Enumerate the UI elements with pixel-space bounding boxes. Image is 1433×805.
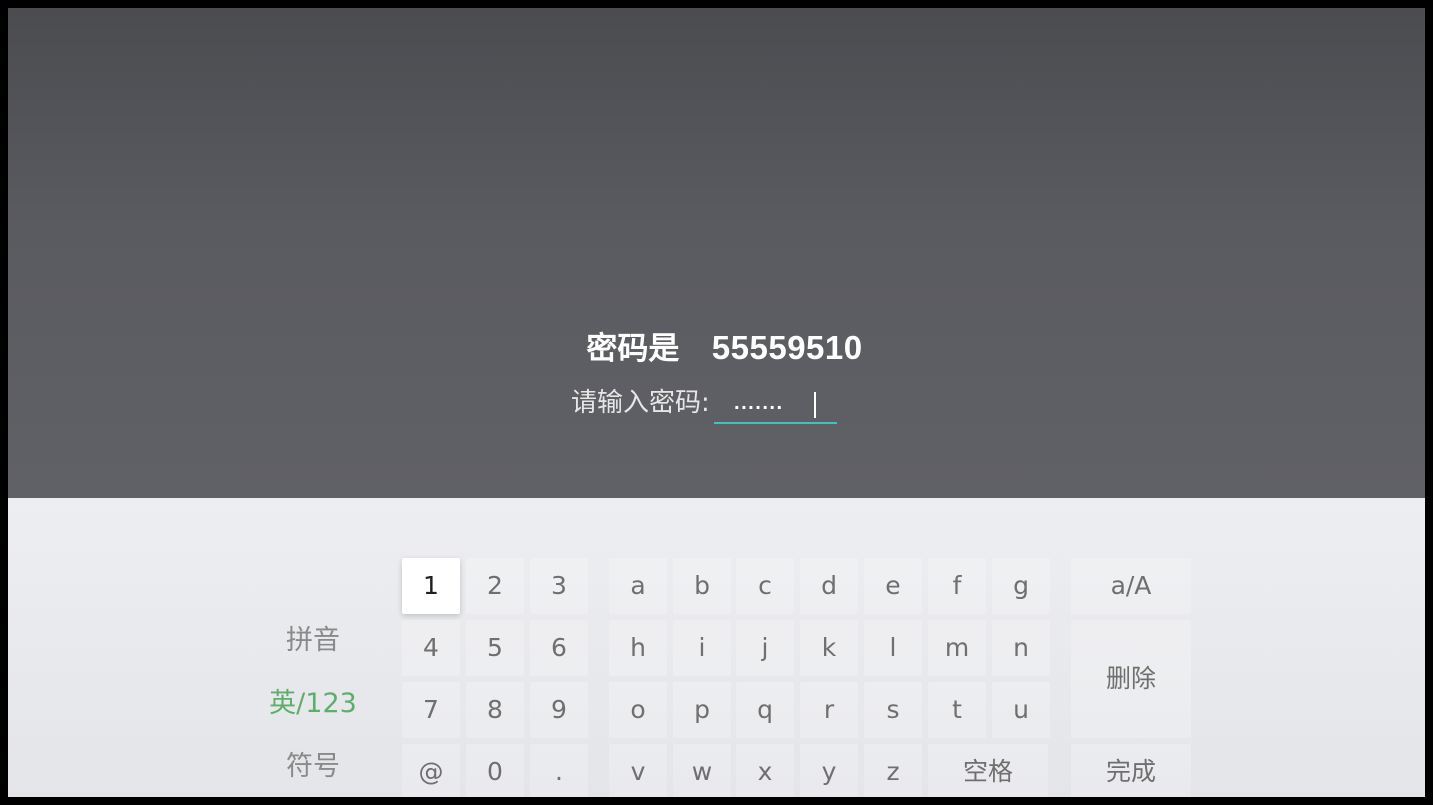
key-l[interactable]: l: [864, 620, 922, 676]
key-a[interactable]: a: [609, 558, 667, 614]
key-t[interactable]: t: [928, 682, 986, 738]
password-row: 请输入密码: ·······: [571, 382, 837, 424]
key-7[interactable]: 7: [402, 682, 460, 738]
space-key[interactable]: 空格: [928, 744, 1048, 797]
key-y[interactable]: y: [800, 744, 858, 797]
key-period[interactable]: .: [530, 744, 588, 797]
mode-pinyin[interactable]: 拼音: [253, 616, 373, 666]
onscreen-keyboard: 拼音 英/123 符号 1 2 3 a b c d e f g a/A 4 5 …: [8, 498, 1425, 797]
key-x[interactable]: x: [736, 744, 794, 797]
hint-label: 密码是: [586, 331, 680, 367]
key-f[interactable]: f: [928, 558, 986, 614]
key-v[interactable]: v: [609, 744, 667, 797]
password-label: 请输入密码:: [571, 388, 710, 418]
key-z[interactable]: z: [864, 744, 922, 797]
password-hint: 密码是 55559510: [16, 326, 1425, 371]
key-m[interactable]: m: [928, 620, 986, 676]
mode-english-123[interactable]: 英/123: [253, 679, 373, 729]
key-b[interactable]: b: [673, 558, 731, 614]
password-input[interactable]: ·······: [713, 382, 837, 424]
case-toggle-key[interactable]: a/A: [1071, 558, 1191, 614]
key-2[interactable]: 2: [466, 558, 524, 614]
key-1[interactable]: 1: [402, 558, 460, 614]
key-k[interactable]: k: [800, 620, 858, 676]
key-9[interactable]: 9: [530, 682, 588, 738]
key-q[interactable]: q: [736, 682, 794, 738]
key-g[interactable]: g: [992, 558, 1050, 614]
key-u[interactable]: u: [992, 682, 1050, 738]
key-j[interactable]: j: [736, 620, 794, 676]
key-5[interactable]: 5: [466, 620, 524, 676]
password-dialog-area: 密码是 55559510 请输入密码: ·······: [8, 8, 1425, 498]
tv-screen: 密码是 55559510 请输入密码: ······· 拼音 英/123 符号 …: [8, 8, 1425, 797]
key-s[interactable]: s: [864, 682, 922, 738]
delete-key[interactable]: 删除: [1071, 620, 1191, 738]
key-d[interactable]: d: [800, 558, 858, 614]
key-3[interactable]: 3: [530, 558, 588, 614]
key-6[interactable]: 6: [530, 620, 588, 676]
key-e[interactable]: e: [864, 558, 922, 614]
key-p[interactable]: p: [673, 682, 731, 738]
key-h[interactable]: h: [609, 620, 667, 676]
text-caret: [813, 392, 816, 418]
key-i[interactable]: i: [673, 620, 731, 676]
key-c[interactable]: c: [736, 558, 794, 614]
key-o[interactable]: o: [609, 682, 667, 738]
mode-symbols[interactable]: 符号: [253, 742, 373, 792]
key-4[interactable]: 4: [402, 620, 460, 676]
key-r[interactable]: r: [800, 682, 858, 738]
key-8[interactable]: 8: [466, 682, 524, 738]
done-key[interactable]: 完成: [1071, 744, 1191, 797]
key-at[interactable]: @: [402, 744, 460, 797]
password-masked-value: ·······: [733, 398, 784, 417]
key-n[interactable]: n: [992, 620, 1050, 676]
key-0[interactable]: 0: [466, 744, 524, 797]
hint-code: 55559510: [711, 329, 863, 366]
key-w[interactable]: w: [673, 744, 731, 797]
